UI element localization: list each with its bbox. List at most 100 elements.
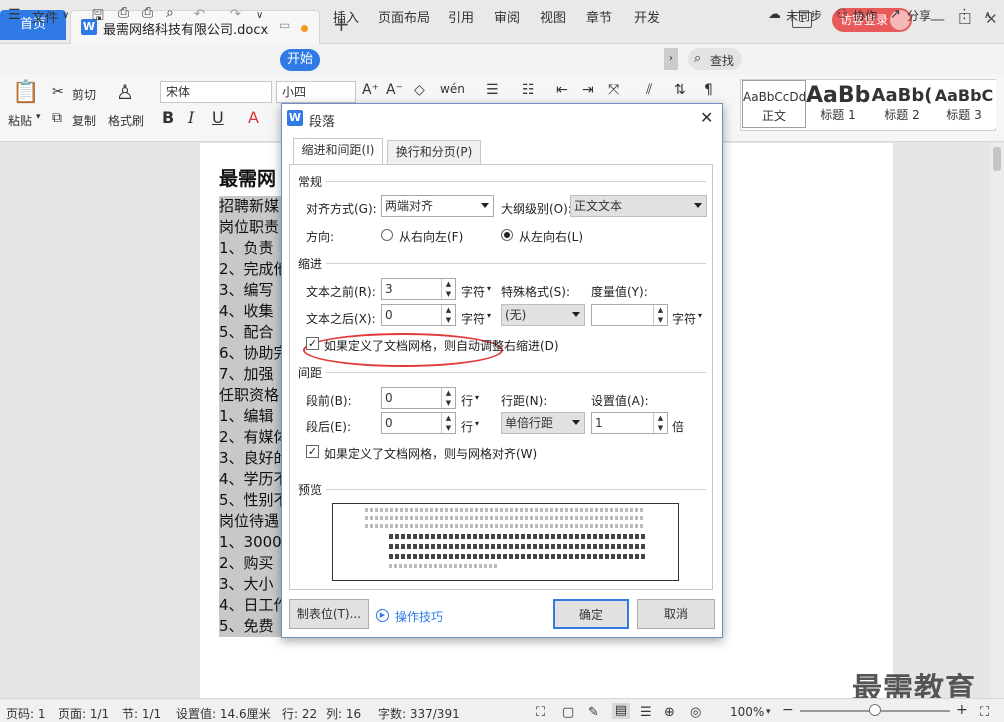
- menu-scroll-right-icon[interactable]: ›: [664, 48, 678, 70]
- fit-page-icon[interactable]: ⛶: [980, 705, 989, 720]
- more-options-icon[interactable]: ⋮: [958, 7, 971, 22]
- status-word-count[interactable]: 字数: 337/391: [378, 705, 460, 722]
- menu-file[interactable]: 文件: [32, 7, 58, 26]
- status-setting[interactable]: 设置值: 14.6厘米: [176, 705, 271, 722]
- menu-insert[interactable]: 插入: [333, 7, 359, 26]
- after-text-input[interactable]: 0 ▲ ▼: [381, 304, 456, 326]
- style-heading3[interactable]: AaBbC 标题 3: [932, 80, 996, 128]
- collapse-ribbon-icon[interactable]: ∧: [984, 10, 991, 21]
- tab-line-page-break[interactable]: 换行和分页(P): [387, 140, 481, 164]
- eye-protect-icon[interactable]: ◎: [690, 705, 701, 720]
- measure-unit[interactable]: 字符: [672, 310, 696, 327]
- after-text-unit[interactable]: 字符: [461, 310, 485, 327]
- font-name-select[interactable]: 宋体: [160, 81, 272, 103]
- spin-up-icon[interactable]: ▲: [653, 305, 667, 315]
- status-page-code[interactable]: 页码: 1: [6, 705, 46, 722]
- decrease-indent-icon[interactable]: ⇤: [556, 82, 568, 98]
- set-value-input[interactable]: 1 ▲ ▼: [591, 412, 668, 434]
- zoom-dropdown-icon[interactable]: ▾: [766, 707, 771, 717]
- spin-up-icon[interactable]: ▲: [441, 279, 455, 289]
- status-page[interactable]: 页面: 1/1: [58, 705, 109, 722]
- copy-icon[interactable]: ⧉: [52, 110, 62, 126]
- unit-dropdown-icon[interactable]: ▾: [487, 284, 491, 293]
- auto-adjust-checkbox[interactable]: ✓: [306, 337, 319, 350]
- status-section[interactable]: 节: 1/1: [122, 705, 161, 722]
- style-normal[interactable]: AaBbCcDd 正文: [742, 80, 806, 128]
- spin-up-icon[interactable]: ▲: [441, 413, 455, 423]
- bullet-list-icon[interactable]: ☰: [486, 82, 499, 98]
- measure-input[interactable]: ▲ ▼: [591, 304, 668, 326]
- zoom-in-icon[interactable]: +: [956, 702, 968, 718]
- alignment-select[interactable]: 两端对齐: [381, 195, 494, 217]
- spin-down-icon[interactable]: ▼: [653, 423, 667, 433]
- share-button[interactable]: 分享: [907, 7, 931, 24]
- cut-button[interactable]: 剪切: [72, 86, 96, 103]
- line-spacing-select[interactable]: 单倍行距: [501, 412, 585, 434]
- shrink-font-icon[interactable]: A⁻: [386, 82, 403, 98]
- spin-down-icon[interactable]: ▼: [441, 423, 455, 433]
- paste-button[interactable]: 粘贴: [8, 112, 32, 129]
- unit-dropdown-icon[interactable]: ▾: [487, 311, 491, 320]
- read-mode-icon[interactable]: ▢: [562, 705, 574, 720]
- page-view-icon[interactable]: ▤: [612, 703, 630, 719]
- menu-review[interactable]: 审阅: [494, 7, 520, 26]
- text-direction-icon[interactable]: ⫽: [646, 82, 652, 98]
- special-format-select[interactable]: (无): [501, 304, 585, 326]
- print-icon[interactable]: ⎙: [142, 5, 153, 21]
- spin-down-icon[interactable]: ▼: [441, 289, 455, 299]
- spin-up-icon[interactable]: ▲: [653, 413, 667, 423]
- search-box[interactable]: ⌕ 查找: [688, 48, 742, 70]
- monitor-icon[interactable]: ▭: [279, 18, 290, 32]
- chinese-layout-icon[interactable]: ⤧: [608, 82, 619, 98]
- chevron-down-icon[interactable]: ∨: [62, 10, 69, 21]
- spin-down-icon[interactable]: ▼: [441, 398, 455, 408]
- menu-page-layout[interactable]: 页面布局: [378, 7, 430, 26]
- collab-button[interactable]: 协作: [853, 7, 877, 24]
- style-heading1[interactable]: AaBb 标题 1: [806, 80, 870, 128]
- sync-status[interactable]: 未同步: [786, 7, 822, 24]
- vertical-scrollbar[interactable]: [990, 143, 1004, 698]
- menu-chapter[interactable]: 章节: [586, 7, 612, 26]
- cloud-icon[interactable]: ☁: [768, 7, 781, 22]
- save-icon[interactable]: 🖫: [92, 5, 104, 29]
- menu-developer[interactable]: 开发: [634, 7, 660, 26]
- outline-view-icon[interactable]: ☰: [640, 705, 652, 720]
- tab-indent-spacing[interactable]: 缩进和间距(I): [293, 138, 383, 164]
- copy-button[interactable]: 复制: [72, 112, 96, 129]
- collab-icon[interactable]: ⚇: [836, 7, 848, 22]
- print-preview-icon[interactable]: ⌕: [166, 5, 174, 21]
- export-icon[interactable]: ⎙: [118, 5, 129, 21]
- format-painter-button[interactable]: 格式刷: [108, 112, 144, 129]
- grid-align-checkbox[interactable]: ✓: [306, 445, 319, 458]
- space-before-input[interactable]: 0 ▲ ▼: [381, 387, 456, 409]
- tab-stops-button[interactable]: 制表位(T)...: [289, 599, 369, 629]
- font-size-select[interactable]: 小四: [276, 81, 356, 103]
- share-icon[interactable]: ↗: [890, 7, 901, 22]
- menu-view[interactable]: 视图: [540, 7, 566, 26]
- bold-icon[interactable]: B: [162, 108, 174, 127]
- sort-icon[interactable]: ⇅: [674, 82, 686, 98]
- status-row[interactable]: 行: 22: [282, 705, 317, 722]
- web-view-icon[interactable]: ⊕: [664, 705, 675, 720]
- scissors-icon[interactable]: ✂: [52, 84, 64, 100]
- dialog-close-icon[interactable]: ✕: [700, 108, 713, 127]
- zoom-level[interactable]: 100%: [730, 705, 764, 719]
- italic-icon[interactable]: I: [188, 108, 194, 127]
- cancel-button[interactable]: 取消: [637, 599, 715, 629]
- spin-up-icon[interactable]: ▲: [441, 305, 455, 315]
- space-after-unit[interactable]: 行: [461, 418, 473, 435]
- paste-icon[interactable]: 📋: [12, 80, 39, 105]
- outline-level-select[interactable]: 正文文本: [570, 195, 707, 217]
- full-screen-icon[interactable]: ⛶: [536, 705, 545, 720]
- zoom-out-icon[interactable]: −: [782, 702, 794, 718]
- show-marks-icon[interactable]: ¶: [704, 82, 713, 98]
- dialog-title-bar[interactable]: [282, 104, 722, 134]
- more-icon[interactable]: ∨: [256, 10, 263, 21]
- radio-right-to-left[interactable]: [381, 229, 393, 241]
- paste-dropdown-icon[interactable]: ▾: [36, 112, 41, 122]
- menu-reference[interactable]: 引用: [448, 7, 474, 26]
- radio-left-to-right[interactable]: [501, 229, 513, 241]
- scroll-thumb[interactable]: [993, 147, 1001, 171]
- numbered-list-icon[interactable]: ☷: [522, 82, 535, 98]
- unit-dropdown-icon[interactable]: ▾: [475, 419, 479, 428]
